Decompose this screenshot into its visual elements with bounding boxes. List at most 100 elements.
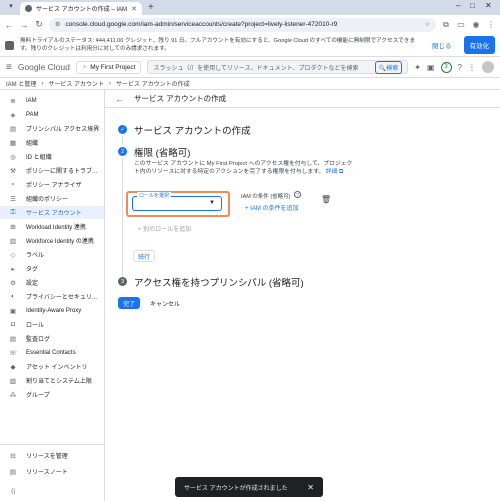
add-condition-button[interactable]: + IAM の条件を追加 (245, 203, 299, 212)
sidebar-item-privacy-security[interactable]: ◐ プライバシーとセキュリ... (0, 290, 104, 303)
extensions-icon[interactable]: ⧉ (441, 20, 451, 30)
browser-menu-icon[interactable]: ⋮ (486, 20, 496, 29)
profile-icon[interactable]: ◉ (471, 20, 481, 29)
sidebar-item-workforce-identity[interactable]: ▥ Workforce Identity の連携 (0, 234, 104, 247)
breadcrumb-item[interactable]: IAM と管理 (6, 79, 36, 88)
help-circle-icon[interactable]: ? (294, 191, 301, 198)
window-close-icon[interactable]: ✕ (485, 1, 492, 10)
role-select-label: ロールを選択 (137, 192, 172, 199)
link-icon: ⊞ (10, 223, 16, 231)
search-button[interactable]: 🔍検索 (374, 60, 403, 74)
step1-title[interactable]: サービス アカウントの作成 (134, 123, 251, 137)
external-link-icon: ⧉ (339, 169, 344, 175)
google-cloud-logo[interactable]: Google Cloud (18, 62, 70, 72)
step1-check-icon: ✓ (118, 125, 127, 134)
step2-description: このサービス アカウントに My First Project へのアクセス権を付… (134, 161, 353, 175)
console-header: ≡ Google Cloud ⁘ My First Project スラッシュ（… (0, 57, 500, 78)
cancel-button[interactable]: キャンセル (147, 297, 183, 309)
maximize-icon[interactable]: □ (470, 1, 475, 10)
wrench-icon: ⚒ (10, 167, 16, 175)
reload-icon[interactable]: ↻ (34, 19, 44, 30)
toast-close-icon[interactable]: ✕ (307, 483, 314, 492)
sidebar-item-principal-access-boundary[interactable]: ▤ プリンシパル アクセス境界 (0, 122, 104, 135)
building-icon: ▦ (9, 139, 17, 147)
dismiss-button[interactable]: 閉じる (426, 37, 458, 53)
sidebar-item-pam[interactable]: ◈ PAM (0, 108, 104, 121)
boundary-icon: ▤ (9, 125, 17, 133)
breadcrumb-separator-icon: › (41, 80, 44, 87)
tag-icon: ▸ (11, 265, 15, 273)
main-content: ← サービス アカウントの作成 ✓ サービス アカウントの作成 2 権限 (省略… (105, 90, 500, 501)
contact-icon: ☏ (9, 349, 18, 357)
new-tab-icon[interactable]: + (148, 2, 154, 14)
sidebar-item-tags[interactable]: ▸ タグ (0, 262, 104, 275)
delete-role-icon[interactable]: 🗑 (321, 195, 331, 204)
sidebar-item-settings[interactable]: ⚙ 設定 (0, 276, 104, 289)
sidebar-item-id-org[interactable]: ◎ ID と組織 (0, 150, 104, 163)
search-input[interactable]: スラッシュ（/）を使用してリソース、ドキュメント、プロダクトなどを検索 🔍検索 (147, 60, 409, 74)
role-select[interactable]: ロールを選択 ▼ (132, 192, 222, 211)
sidebar: ⊕ IAM ◈ PAM ▤ プリンシパル アクセス境界 ▦ 組織 ◎ ID と組織 ⚒ ポリ… (0, 90, 105, 501)
sidebar-item-policy-troubleshooter[interactable]: ⚒ ポリシーに関するトラブ... (0, 164, 104, 177)
sidebar-item-organization[interactable]: ▦ 組織 (0, 136, 104, 149)
sidebar-item-quotas[interactable]: ▧ 割り当てとシステム上限 (0, 374, 104, 387)
banner-text: 無料トライアルのステータス: ¥44,411.00 クレジット、残り 91 日。… (20, 38, 415, 52)
sidepanel-icon[interactable]: ▭ (456, 20, 466, 29)
learn-more-link[interactable]: 詳細 ⧉ (326, 169, 343, 175)
project-name: My First Project (90, 63, 136, 71)
project-icon: ⁘ (81, 64, 88, 71)
sidebar-item-service-accounts[interactable]: ⚿ サービス アカウント (0, 206, 104, 219)
browser-tab-bar: ▾ サービス アカウントの作成 – IAM と... ✕ + – □ ✕ (0, 0, 500, 15)
notification-badge[interactable]: 3 (440, 61, 452, 73)
back-icon[interactable]: ← (4, 20, 14, 30)
sidebar-item-workload-identity[interactable]: ⊞ Workload Identity 連携 (0, 220, 104, 233)
minimize-icon[interactable]: – (456, 1, 460, 10)
continue-button[interactable]: 続行 (133, 250, 156, 262)
notes-icon: ▤ (9, 468, 17, 476)
tab-list-icon[interactable]: ▾ (6, 2, 16, 12)
address-bar[interactable]: ⚙ console.cloud.google.com/iam-admin/ser… (49, 17, 436, 32)
sidebar-item-labels[interactable]: ◇ ラベル (0, 248, 104, 261)
sidebar-item-release-notes[interactable]: ▤ リリースノート (0, 465, 104, 478)
terminal-icon[interactable]: ▣ (427, 63, 435, 72)
back-arrow-icon[interactable]: ← (115, 94, 124, 104)
avatar[interactable] (482, 61, 494, 73)
forward-icon[interactable]: → (19, 20, 29, 30)
sidebar-item-asset-inventory[interactable]: ◆ アセット インベントリ (0, 360, 104, 373)
label-icon: ◇ (10, 251, 16, 259)
settings-menu-icon[interactable]: ⋮ (468, 63, 476, 72)
quota-icon: ▧ (9, 377, 17, 385)
tab-close-icon[interactable]: ✕ (131, 5, 137, 13)
tab-favicon-icon (25, 5, 32, 12)
browser-toolbar: ← → ↻ ⚙ console.cloud.google.com/iam-adm… (0, 15, 500, 34)
sidebar-item-manage-releases[interactable]: ⊟ リリースを管理 (0, 449, 104, 462)
sidebar-item-essential-contacts[interactable]: ☏ Essential Contacts (0, 346, 104, 359)
role-icon: ◘ (11, 321, 15, 328)
collapse-icon: ⟨| (10, 487, 16, 495)
step3-number: 3 (118, 277, 127, 286)
done-button[interactable]: 完了 (118, 297, 141, 309)
bookmark-star-icon[interactable]: ☆ (425, 21, 430, 28)
project-picker[interactable]: ⁘ My First Project (75, 60, 142, 74)
step-connector (122, 158, 123, 283)
sidebar-item-policy-analyzer[interactable]: ⌕ ポリシー アナライザ (0, 178, 104, 191)
sidebar-item-audit-logs[interactable]: ▤ 監査ログ (0, 332, 104, 345)
gemini-icon[interactable]: ✦ (414, 63, 421, 72)
sidebar-item-roles[interactable]: ◘ ロール (0, 318, 104, 331)
sidebar-item-iam[interactable]: ⊕ IAM (0, 94, 104, 107)
breadcrumb-item[interactable]: サービス アカウント (48, 79, 104, 88)
browser-tab[interactable]: サービス アカウントの作成 – IAM と... ✕ (20, 2, 142, 15)
hamburger-menu-icon[interactable]: ≡ (6, 62, 12, 73)
help-icon[interactable]: ? (458, 63, 462, 72)
gift-icon (5, 40, 14, 50)
add-another-role-button[interactable]: + 別のロールを追加 (138, 224, 191, 233)
sidebar-item-groups[interactable]: ⁂ グループ (0, 388, 104, 401)
iam-condition-label: IAM の条件 (省略可) (241, 194, 291, 200)
breadcrumb: IAM と管理 › サービス アカウント › サービス アカウントの作成 (0, 78, 500, 90)
sidebar-item-org-policies[interactable]: ☰ 組織のポリシー (0, 192, 104, 205)
activate-button[interactable]: 有効化 (463, 36, 495, 54)
sidebar-item-iap[interactable]: ▣ Identity-Aware Proxy (0, 304, 104, 317)
site-info-icon[interactable]: ⚙ (55, 21, 60, 28)
step3-title[interactable]: アクセス権を持つプリンシパル (省略可) (134, 275, 304, 289)
collapse-sidebar-button[interactable]: ⟨| (0, 484, 104, 497)
